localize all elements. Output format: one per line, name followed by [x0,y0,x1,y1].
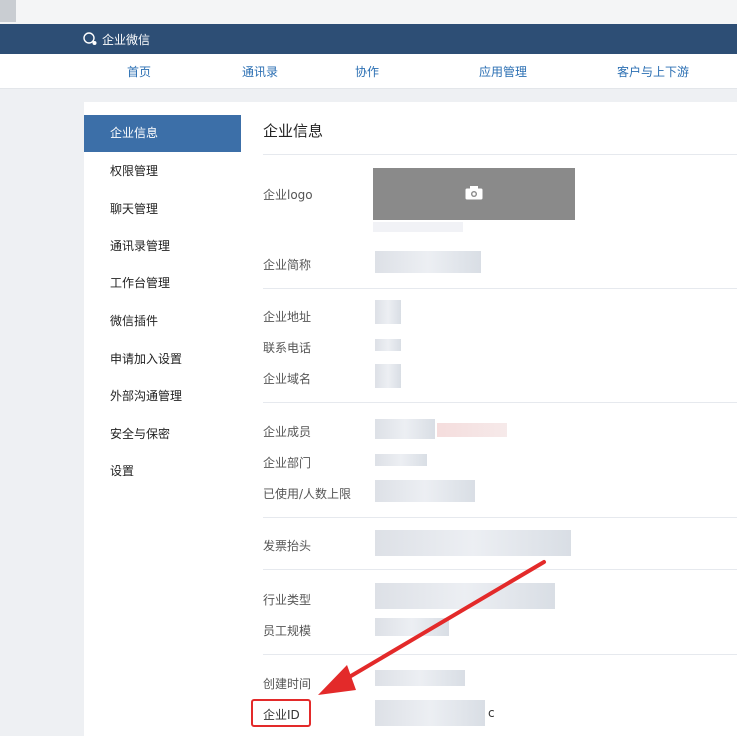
camera-icon [465,186,483,200]
label-domain: 企业域名 [263,372,312,386]
label-industry: 行业类型 [263,593,312,607]
divider [263,654,737,655]
sidebar-item-permissions[interactable]: 权限管理 [84,153,241,190]
top-header: 企业微信 [0,24,737,54]
sidebar-item-settings[interactable]: 设置 [84,453,241,490]
value-members-redacted [375,419,435,439]
sidebar-item-contacts-mgmt[interactable]: 通讯录管理 [84,228,241,265]
value-members-extra-redacted [437,423,507,437]
page-title: 企业信息 [263,122,324,140]
divider [263,569,737,570]
main-panel: 企业信息 企业logo 企业简称 企业地址 联系电话 企业域名 企业成员 企业部… [242,102,737,736]
value-used-limit-redacted [375,480,475,502]
nav-item-home[interactable]: 首页 [127,63,151,80]
value-corp-id-visible-suffix: c [488,706,495,720]
window-top-strip [0,0,737,24]
value-created-time-redacted [375,670,465,686]
nav-item-collab[interactable]: 协作 [355,63,379,80]
settings-card: 企业信息 权限管理 聊天管理 通讯录管理 工作台管理 微信插件 申请加入设置 外… [84,102,737,736]
nav-item-customers[interactable]: 客户与上下游 [617,63,689,80]
divider [263,154,737,155]
nav-item-apps[interactable]: 应用管理 [479,63,527,80]
value-corp-id-redacted [375,700,485,726]
value-industry-redacted [375,583,555,609]
label-corp-id: 企业ID [263,708,300,722]
sidebar-item-join-settings[interactable]: 申请加入设置 [84,341,241,378]
brand[interactable]: 企业微信 [82,30,150,48]
label-invoice: 发票抬头 [263,539,312,553]
value-invoice-redacted [375,530,571,556]
label-logo: 企业logo [263,188,313,202]
label-created-time: 创建时间 [263,677,312,691]
value-staff-size-redacted [375,618,449,636]
label-staff-size: 员工规模 [263,624,312,638]
sidebar-item-company-info[interactable]: 企业信息 [84,115,241,152]
sidebar-item-workbench[interactable]: 工作台管理 [84,265,241,302]
value-phone-redacted [375,339,401,351]
sidebar-item-wechat-plugin[interactable]: 微信插件 [84,303,241,340]
divider [263,517,737,518]
value-domain-redacted [375,364,401,388]
logo-upload[interactable] [373,168,575,220]
label-phone: 联系电话 [263,341,312,355]
value-departments-redacted [375,454,427,466]
nav-item-contacts[interactable]: 通讯录 [242,63,278,80]
sidebar-item-chat[interactable]: 聊天管理 [84,191,241,228]
value-short-name-redacted [375,251,481,273]
sidebar-item-external[interactable]: 外部沟通管理 [84,378,241,415]
label-departments: 企业部门 [263,456,312,470]
value-address-redacted [375,300,401,324]
logo-caption-redacted [373,222,463,232]
label-members: 企业成员 [263,425,312,439]
wecom-logo-icon [83,32,97,45]
brand-name: 企业微信 [102,32,151,47]
label-address: 企业地址 [263,310,312,324]
sidebar-item-security[interactable]: 安全与保密 [84,416,241,453]
top-nav: 首页 通讯录 协作 应用管理 客户与上下游 [0,54,737,89]
divider [263,288,737,289]
label-used-limit: 已使用/人数上限 [263,487,352,501]
divider [263,402,737,403]
sidebar: 企业信息 权限管理 聊天管理 通讯录管理 工作台管理 微信插件 申请加入设置 外… [84,102,242,736]
window-corner [0,0,16,22]
label-short-name: 企业简称 [263,258,312,272]
